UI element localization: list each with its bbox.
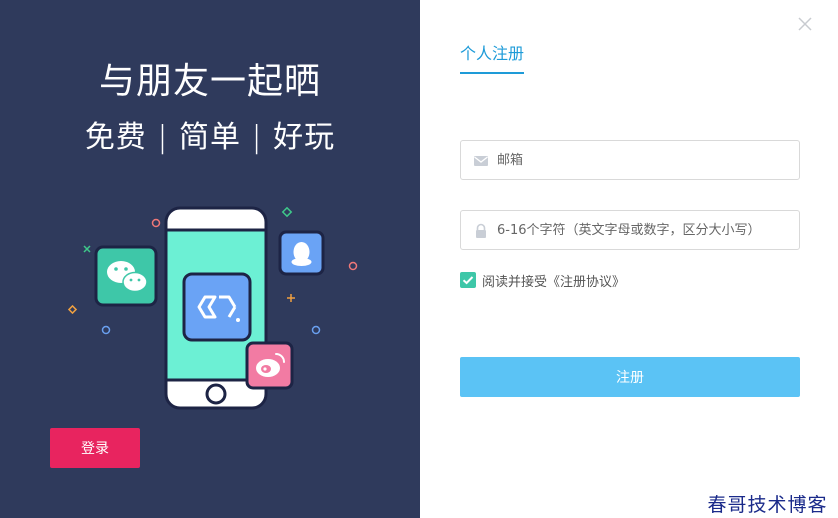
email-field[interactable] <box>460 140 800 180</box>
agreement-label[interactable]: 阅读并接受《注册协议》 <box>482 271 625 290</box>
checkmark-icon <box>462 276 474 285</box>
deco-diamond <box>67 304 78 315</box>
slogan-subtitle: 免费 | 简单 | 好玩 <box>84 120 336 155</box>
close-icon[interactable] <box>797 16 813 32</box>
deco-circle <box>311 325 321 335</box>
weibo-icon <box>245 341 294 390</box>
deco-plus <box>287 294 295 302</box>
register-button[interactable]: 注册 <box>460 357 800 397</box>
login-button[interactable]: 登录 <box>50 428 140 468</box>
register-panel <box>420 0 838 518</box>
watermark-text: 春哥技术博客 <box>697 492 838 518</box>
slogan-title: 与朋友一起晒 <box>98 61 321 102</box>
left-panel: 与朋友一起晒 免费 | 简单 | 好玩 登录 <box>0 0 420 518</box>
agreement-row: 阅读并接受《注册协议》 <box>460 271 625 290</box>
envelope-icon <box>474 156 488 166</box>
tab-personal-register[interactable]: 个人注册 <box>460 40 525 74</box>
phone-illustration <box>67 206 358 410</box>
deco-circle <box>151 218 161 228</box>
agree-checkbox[interactable] <box>460 272 476 288</box>
deco-diamond <box>281 206 293 218</box>
deco-cross <box>83 245 91 253</box>
password-input[interactable] <box>497 211 793 249</box>
deco-circle <box>348 261 358 271</box>
app-logo-icon <box>182 272 252 342</box>
email-input[interactable] <box>497 141 793 179</box>
wechat-icon <box>94 245 158 307</box>
password-field[interactable] <box>460 210 800 250</box>
qq-icon <box>278 230 325 276</box>
lock-icon <box>476 223 486 238</box>
deco-circle <box>101 325 111 335</box>
